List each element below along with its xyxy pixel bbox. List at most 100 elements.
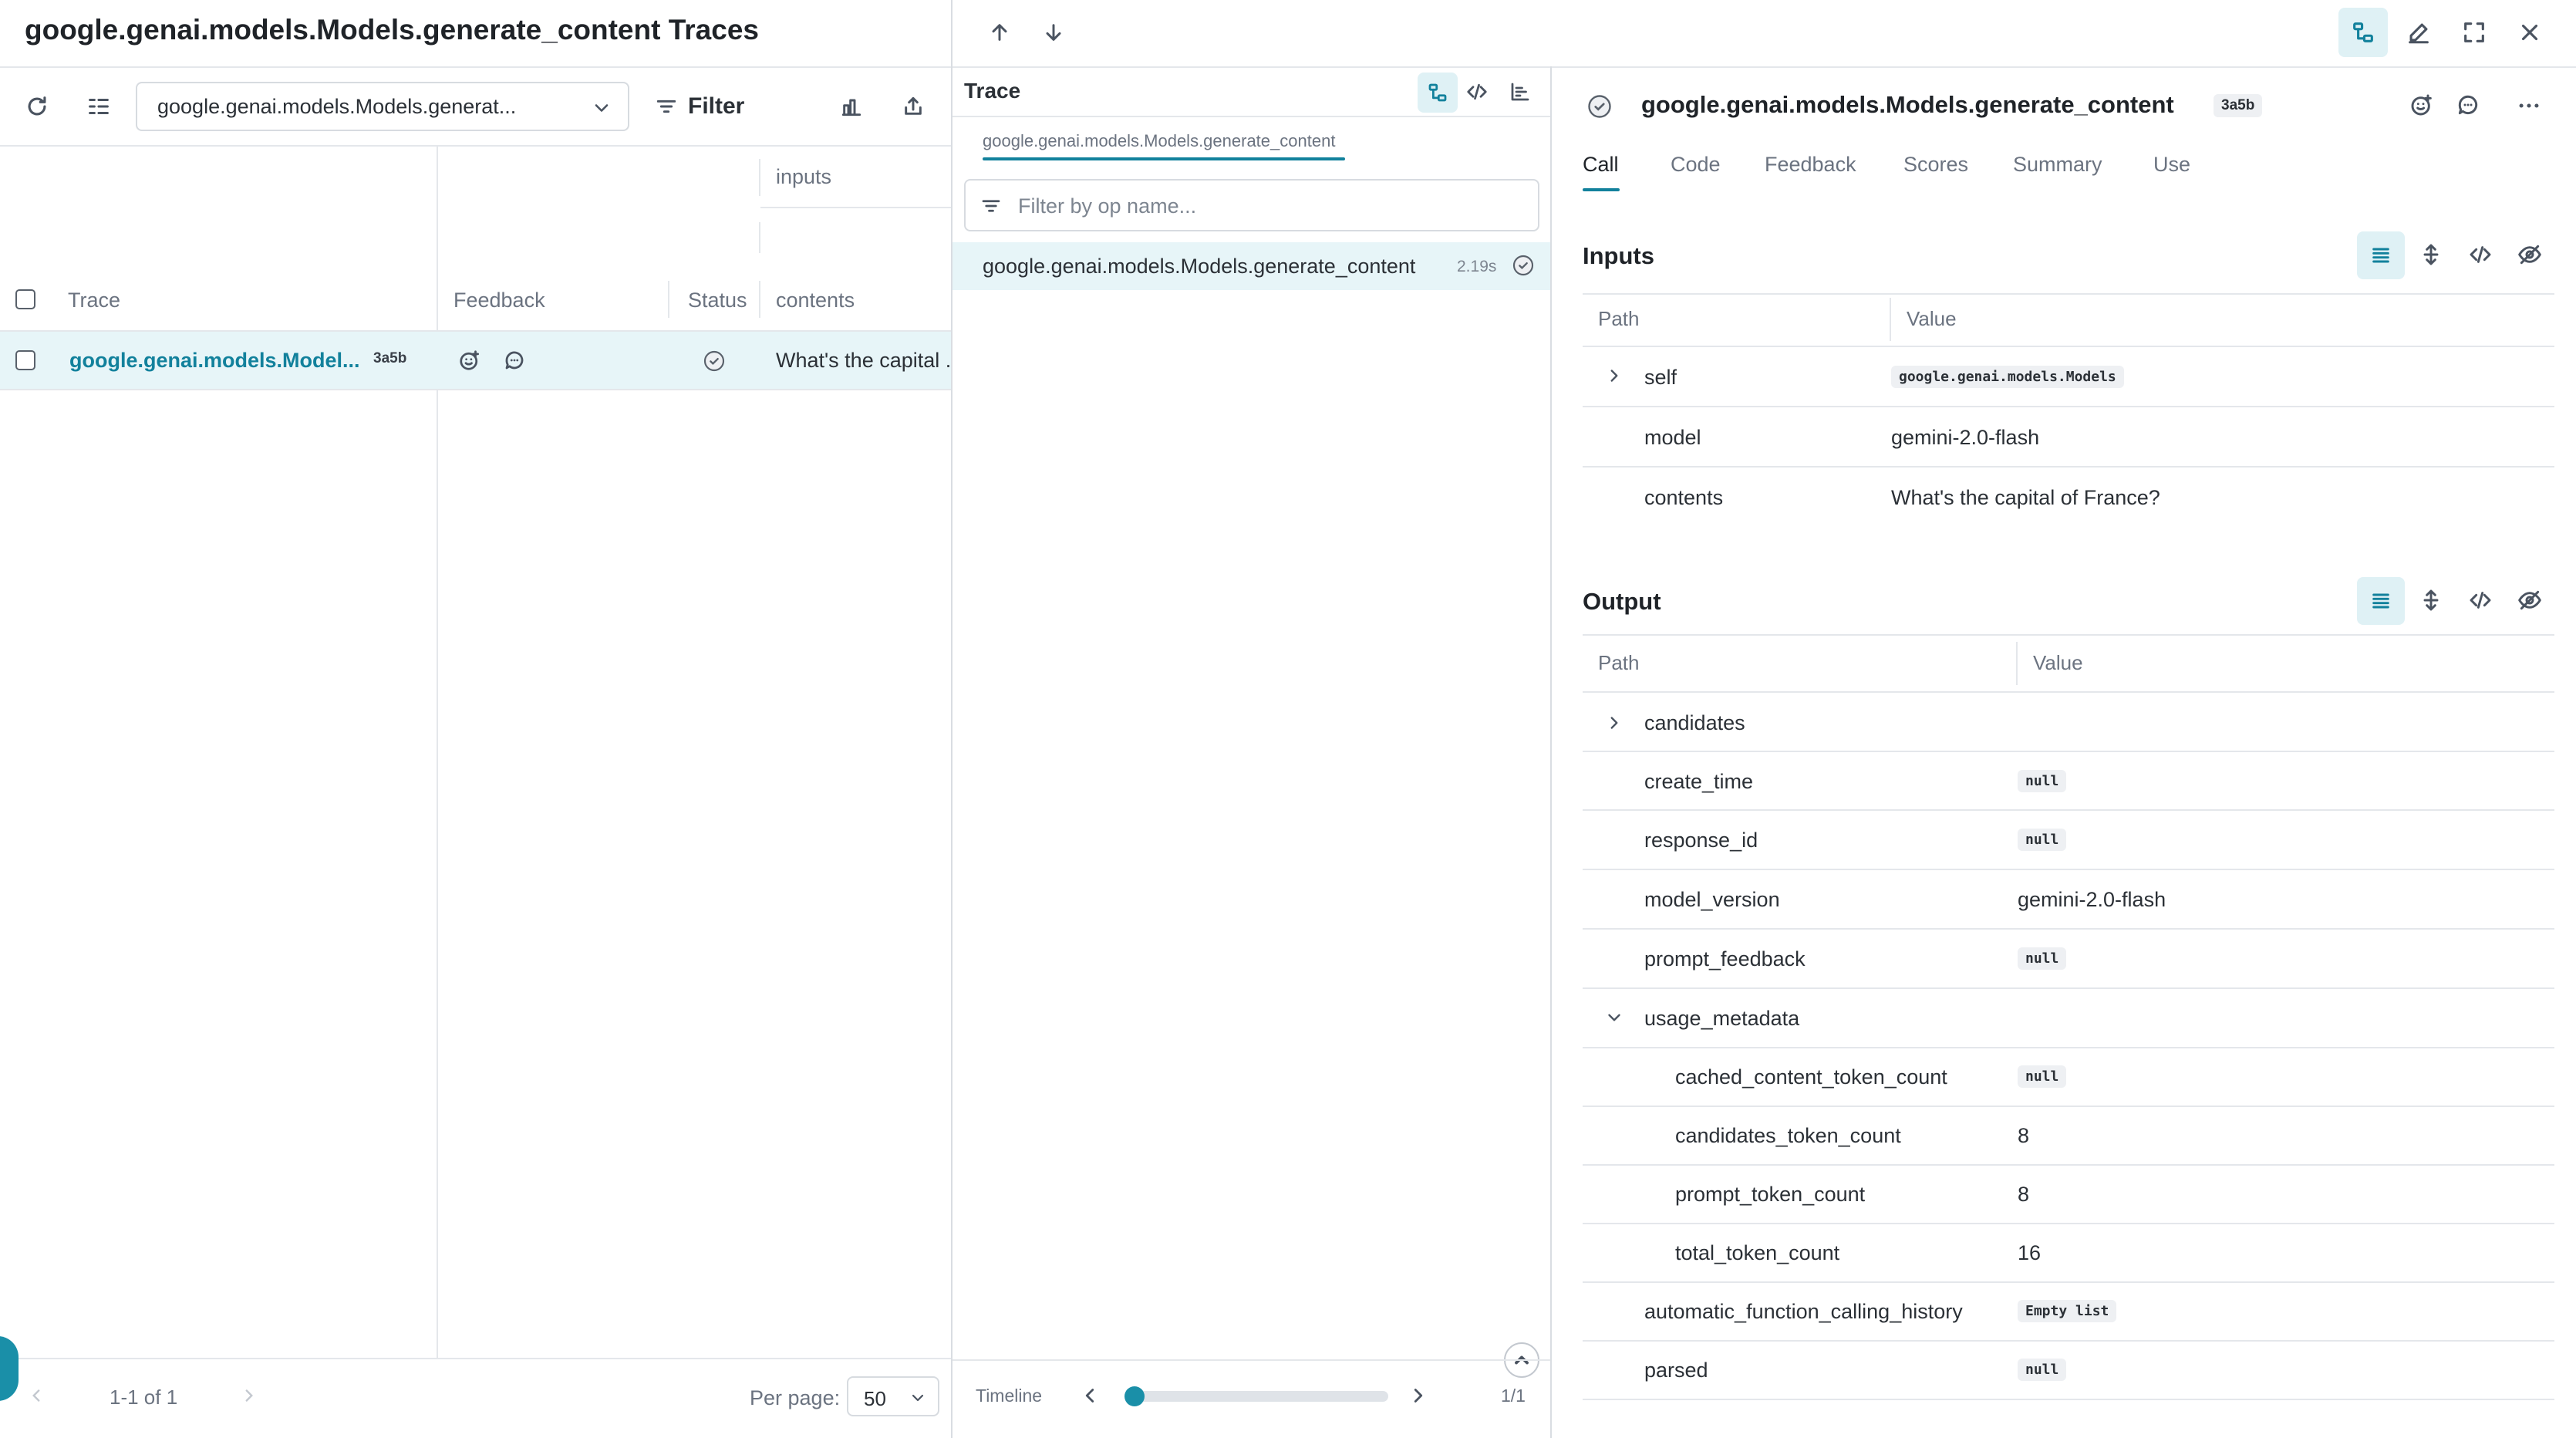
row-checkbox[interactable] — [15, 350, 35, 370]
output-code-icon[interactable] — [2468, 588, 2493, 613]
timeline-slider-thumb[interactable] — [1124, 1386, 1145, 1406]
trace-node-name: google.genai.models.Models.generate_cont… — [983, 255, 1416, 278]
output-hide-icon[interactable] — [2517, 588, 2542, 613]
output-value: null — [2018, 770, 2067, 792]
filter-button[interactable]: Filter — [654, 82, 744, 131]
status-success-icon — [1511, 253, 1536, 278]
prev-page-icon[interactable] — [26, 1386, 46, 1406]
tree-view-icon[interactable] — [1418, 73, 1458, 113]
expand-row-icon[interactable] — [1604, 366, 1624, 386]
trace-id-badge: 3a5b — [373, 350, 407, 366]
inputs-code-icon[interactable] — [2468, 242, 2493, 267]
add-reaction-icon[interactable] — [2409, 93, 2434, 117]
output-list-view-icon[interactable] — [2357, 577, 2405, 625]
call-id: 3a5b — [2214, 94, 2263, 117]
output-path: create_time — [1644, 770, 1754, 793]
timeline-view-icon[interactable] — [1509, 80, 1532, 103]
per-page-label: Per page: — [750, 1386, 841, 1409]
next-page-icon[interactable] — [239, 1386, 259, 1406]
output-path: candidates_token_count — [1675, 1124, 1901, 1147]
output-heading: Output — [1583, 588, 1661, 615]
tab-call[interactable]: Call — [1583, 153, 1619, 177]
column-header-contents[interactable]: contents — [776, 289, 855, 312]
collapse-row-icon[interactable] — [1604, 1008, 1624, 1028]
timeline-count: 1/1 — [1501, 1386, 1526, 1406]
output-value: 8 — [2018, 1183, 2030, 1206]
close-icon[interactable] — [2505, 8, 2554, 57]
select-all-checkbox[interactable] — [15, 289, 35, 309]
output-value: 16 — [2018, 1241, 2042, 1264]
inputs-expand-icon[interactable] — [2419, 242, 2443, 267]
output-expand-icon[interactable] — [2419, 588, 2443, 613]
app-root: google.genai.models.Models.generate_cont… — [0, 0, 2576, 1438]
chevron-down-icon — [591, 97, 612, 119]
output-value: null — [2018, 829, 2067, 851]
call-title: google.genai.models.Models.generate_cont… — [1641, 91, 2174, 118]
op-select[interactable]: google.genai.models.Models.generat... — [136, 82, 629, 131]
inputs-col-path: Path — [1598, 307, 1640, 330]
output-path: candidates — [1644, 711, 1745, 734]
arrow-up-icon[interactable] — [987, 20, 1012, 45]
status-success-icon — [1586, 93, 1613, 120]
per-page-select[interactable]: 50 — [847, 1376, 939, 1416]
expand-row-icon[interactable] — [1604, 713, 1624, 733]
export-icon[interactable] — [888, 82, 938, 131]
comment-icon[interactable] — [2456, 93, 2480, 117]
breadcrumb-underline — [983, 157, 1345, 160]
tab-use[interactable]: Use — [2153, 153, 2190, 177]
tree-view-toggle-icon[interactable] — [2338, 8, 2388, 57]
arrow-down-icon[interactable] — [1041, 20, 1066, 45]
column-header-feedback[interactable]: Feedback — [453, 289, 545, 312]
output-path: usage_metadata — [1644, 1007, 1800, 1030]
more-options-icon[interactable] — [2516, 93, 2542, 119]
column-header-trace[interactable]: Trace — [68, 289, 120, 312]
trace-tree-node[interactable]: google.genai.models.Models.generate_cont… — [953, 242, 1550, 290]
op-select-value: google.genai.models.Models.generat... — [157, 95, 517, 118]
per-page-value: 50 — [864, 1387, 886, 1410]
pagination-range: 1-1 of 1 — [110, 1386, 178, 1409]
input-path: contents — [1644, 486, 1724, 509]
inputs-list-view-icon[interactable] — [2357, 231, 2405, 279]
timeline-label: Timeline — [976, 1386, 1043, 1406]
output-path: parsed — [1644, 1359, 1708, 1382]
input-path: model — [1644, 426, 1701, 449]
tab-summary[interactable]: Summary — [2013, 153, 2102, 177]
table-row[interactable]: google.genai.models.Model... 3a5b What's… — [0, 332, 951, 389]
help-fab[interactable] — [0, 1336, 19, 1401]
filter-icon — [656, 100, 676, 113]
add-reaction-icon[interactable] — [458, 349, 481, 372]
tab-feedback[interactable]: Feedback — [1765, 153, 1856, 177]
inputs-heading: Inputs — [1583, 242, 1654, 269]
column-group-inputs: inputs — [776, 165, 832, 188]
code-view-icon[interactable] — [1465, 80, 1489, 103]
trace-name-link[interactable]: google.genai.models.Model... — [69, 349, 360, 373]
column-header-status[interactable]: Status — [688, 289, 747, 312]
timeline-next-icon[interactable] — [1407, 1384, 1430, 1407]
op-filter-input[interactable]: Filter by op name... — [964, 179, 1539, 231]
tab-scores[interactable]: Scores — [1903, 153, 1968, 177]
output-path: prompt_token_count — [1675, 1183, 1866, 1206]
input-path: self — [1644, 366, 1677, 389]
timeline-slider[interactable] — [1124, 1386, 1388, 1406]
fullscreen-icon[interactable] — [2450, 8, 2499, 57]
output-path: model_version — [1644, 888, 1780, 911]
inputs-hide-icon[interactable] — [2517, 242, 2542, 267]
columns-icon[interactable] — [74, 82, 123, 131]
refresh-icon[interactable] — [12, 82, 62, 131]
chart-icon[interactable] — [827, 82, 876, 131]
output-path: automatic_function_calling_history — [1644, 1300, 1963, 1323]
trace-breadcrumb[interactable]: google.genai.models.Models.generate_cont… — [983, 131, 1335, 151]
output-value: Empty list — [2018, 1300, 2117, 1322]
comment-icon[interactable] — [503, 349, 526, 372]
edit-icon[interactable] — [2394, 8, 2443, 57]
op-filter-placeholder: Filter by op name... — [1018, 194, 1197, 218]
inputs-col-value: Value — [1907, 307, 1957, 330]
timeline-prev-icon[interactable] — [1078, 1384, 1101, 1407]
output-col-value: Value — [2033, 651, 2083, 674]
trace-node-duration: 2.19s — [1457, 258, 1497, 275]
status-success-icon — [702, 349, 727, 373]
input-value-object: google.genai.models.Models — [1891, 363, 2124, 388]
output-value: gemini-2.0-flash — [2018, 888, 2166, 911]
tab-code[interactable]: Code — [1671, 153, 1721, 177]
input-value: gemini-2.0-flash — [1891, 426, 2040, 449]
